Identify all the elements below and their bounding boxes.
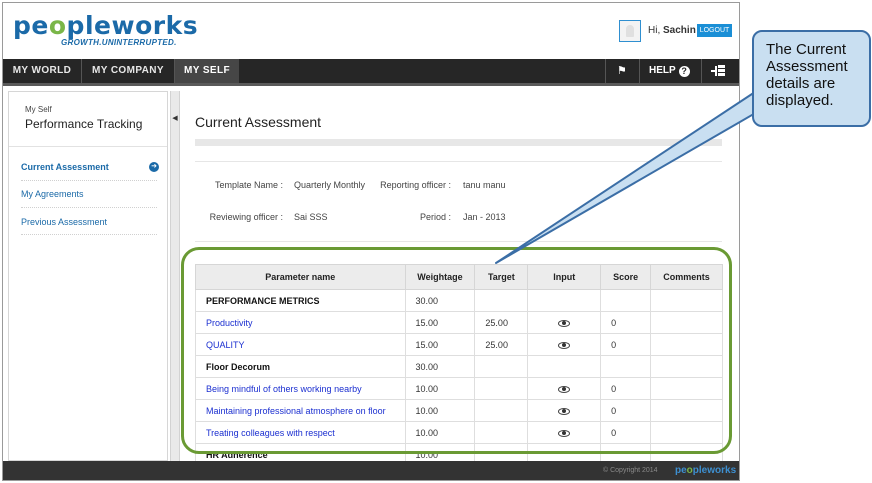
sidebar-divider xyxy=(21,180,157,181)
sidebar-item-current-assessment[interactable]: Current Assessment xyxy=(21,162,109,172)
logout-button[interactable]: LOGOUT xyxy=(697,24,732,37)
footer-logo-part1: pe xyxy=(675,465,687,476)
footer-logo: peopleworks xyxy=(675,465,736,476)
page-title: Current Assessment xyxy=(195,114,322,130)
logo-text-part2: o xyxy=(48,11,67,40)
sidebar-divider xyxy=(21,207,157,208)
sidebar-item-previous-assessment[interactable]: Previous Assessment xyxy=(21,217,107,227)
help-label: HELP xyxy=(649,65,676,76)
arrow-right-circle-icon: ➜ xyxy=(149,162,159,172)
period-value: Jan - 2013 xyxy=(463,212,506,222)
org-chart-icon[interactable] xyxy=(711,65,725,77)
question-circle-icon: ? xyxy=(678,66,690,77)
sidebar-divider xyxy=(21,234,157,235)
nav-my-self[interactable]: MY SELF xyxy=(175,59,239,83)
divider xyxy=(195,161,722,162)
callout-box: The Current Assessment details are displ… xyxy=(752,30,871,127)
help-button[interactable]: HELP? xyxy=(649,59,690,83)
greeting-prefix: Hi, xyxy=(648,25,661,36)
logo-text-part1: pe xyxy=(13,11,49,40)
table-highlight-outline xyxy=(181,247,732,454)
nav-divider xyxy=(701,59,702,83)
chevron-left-icon[interactable]: ◀ xyxy=(171,113,179,125)
template-label: Template Name : xyxy=(214,180,283,190)
period-label: Period : xyxy=(419,212,451,222)
user-greeting: Hi, Sachin xyxy=(648,25,696,36)
template-value: Quarterly Monthly xyxy=(294,180,366,190)
sidebar-section-title: Performance Tracking xyxy=(25,117,143,131)
footer: © Copyright 2014 peopleworks xyxy=(3,461,739,480)
logo-text-part3: pleworks xyxy=(66,11,199,40)
callout-text: The Current Assessment details are displ… xyxy=(766,41,848,109)
sidebar-divider xyxy=(9,146,167,147)
sidebar-section-small: My Self xyxy=(25,105,52,114)
peopleworks-logo[interactable]: peopleworks GROWTH.UNINTERRUPTED. xyxy=(13,11,199,48)
flag-icon[interactable]: ⚑ xyxy=(617,64,627,77)
main-nav: MY WORLD MY COMPANY MY SELF ⚑ HELP? xyxy=(3,59,739,86)
divider xyxy=(195,241,722,242)
reporting-officer-value: tanu manu xyxy=(463,180,506,190)
nav-my-company[interactable]: MY COMPANY xyxy=(82,59,174,83)
header: peopleworks GROWTH.UNINTERRUPTED. Hi, Sa… xyxy=(3,3,739,59)
sidebar: My Self Performance Tracking Current Ass… xyxy=(8,91,168,461)
user-name: Sachin xyxy=(663,25,696,36)
title-underline xyxy=(195,139,722,146)
reviewing-officer-value: Sai SSS xyxy=(294,212,328,222)
sidebar-item-my-agreements[interactable]: My Agreements xyxy=(21,189,84,199)
copyright-text: © Copyright 2014 xyxy=(603,467,658,474)
user-avatar-icon[interactable] xyxy=(619,20,641,42)
nav-my-world[interactable]: MY WORLD xyxy=(3,59,81,83)
reviewing-officer-label: Reviewing officer : xyxy=(209,212,283,222)
footer-logo-part3: pleworks xyxy=(692,465,737,476)
nav-divider xyxy=(605,59,606,83)
reporting-officer-label: Reporting officer : xyxy=(380,180,451,190)
nav-divider xyxy=(639,59,640,83)
sidebar-collapse-bar[interactable]: ◀ xyxy=(170,91,180,461)
